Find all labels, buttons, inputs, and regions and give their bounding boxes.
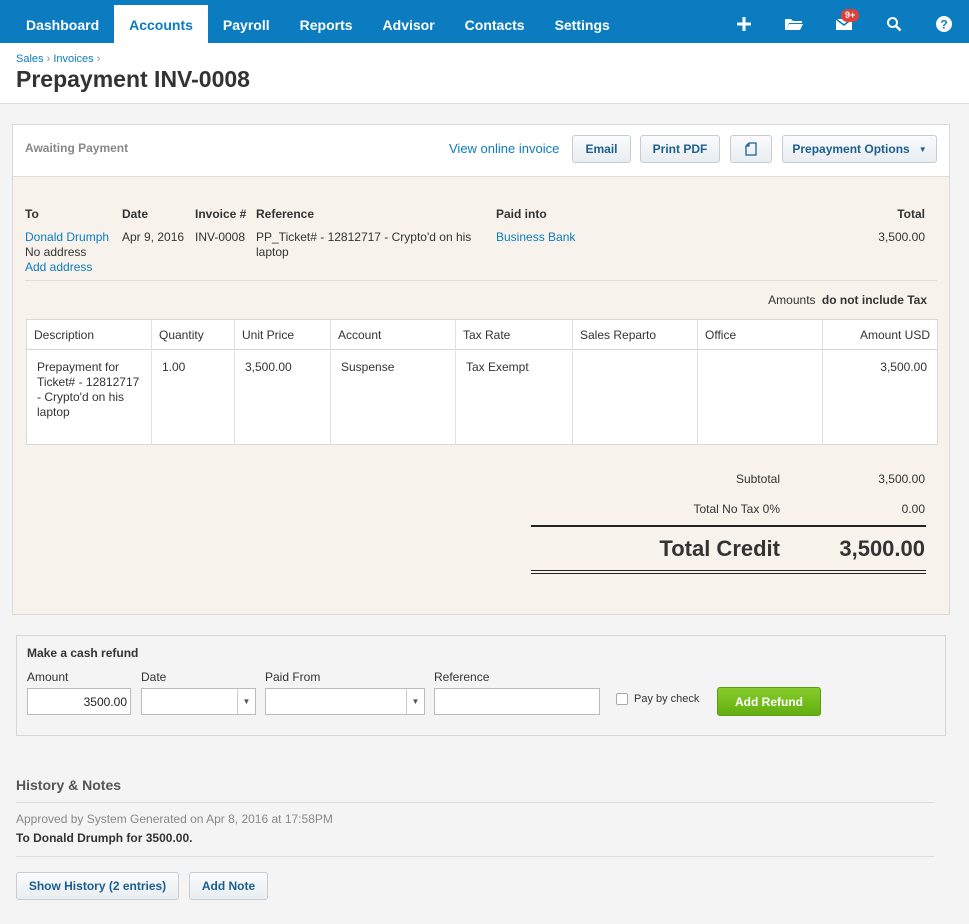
total-label: Total: [897, 207, 925, 221]
show-history-button[interactable]: Show History (2 entries): [16, 872, 179, 900]
no-address-text: No address: [25, 245, 87, 259]
notification-badge: 9+: [841, 9, 860, 22]
contact-link[interactable]: Donald Drumph: [25, 230, 109, 244]
invoice-toolbar: Awaiting Payment View online invoice Ema…: [13, 125, 949, 177]
cell-amount: 3,500.00: [880, 360, 927, 374]
history-divider: [16, 802, 934, 803]
print-pdf-button[interactable]: Print PDF: [640, 135, 720, 163]
reference-value: PP_Ticket# - 12812717 - Crypto'd on his …: [256, 230, 472, 259]
date-label: Date: [122, 207, 149, 221]
dropdown-arrow-icon[interactable]: ▼: [237, 689, 255, 714]
col-office: Office: [698, 320, 823, 350]
amounts-tax-note: Amounts do not include Tax: [768, 293, 927, 308]
date-field-label: Date: [141, 670, 167, 684]
add-address-link[interactable]: Add address: [25, 260, 92, 274]
cell-unit-price: 3,500.00: [235, 351, 331, 445]
total-divider: [531, 525, 926, 527]
to-label: To: [25, 207, 39, 221]
cell-office: [698, 351, 823, 445]
breadcrumb-sales[interactable]: Sales: [16, 53, 44, 65]
add-icon[interactable]: [719, 0, 769, 43]
email-button[interactable]: Email: [572, 135, 631, 163]
help-icon[interactable]: ?: [919, 0, 969, 43]
total-credit-value: 3,500.00: [839, 536, 925, 561]
refund-reference-input[interactable]: [434, 688, 600, 715]
total-underline-2: [531, 573, 926, 574]
subtotal-value: 3,500.00: [878, 472, 925, 486]
page-header: Sales › Invoices › Prepayment INV-0008: [0, 43, 969, 104]
amount-input[interactable]: [27, 688, 131, 715]
divider: [25, 280, 937, 281]
add-note-button[interactable]: Add Note: [189, 872, 268, 900]
nav-contacts[interactable]: Contacts: [450, 0, 540, 43]
cell-description: Prepayment for Ticket# - 12812717 - Cryp…: [27, 351, 152, 445]
pay-by-check-label: Pay by check: [634, 693, 700, 705]
copy-button[interactable]: [730, 135, 772, 163]
col-amount: Amount USD: [823, 320, 937, 350]
line-items-table: Description Quantity Unit Price Account …: [26, 319, 938, 445]
prepayment-options-label: Prepayment Options: [792, 142, 910, 156]
breadcrumb: Sales › Invoices ›: [16, 53, 101, 65]
search-icon[interactable]: [869, 0, 919, 43]
col-unit-price: Unit Price: [235, 320, 331, 350]
invoice-number-label: Invoice #: [195, 207, 247, 221]
cell-account: Suspense: [331, 351, 456, 445]
copy-icon: [745, 142, 757, 156]
cash-refund-panel: Make a cash refund Amount Date ▼ Paid Fr…: [16, 635, 946, 736]
col-sales-reparto: Sales Reparto: [573, 320, 698, 350]
reference-label: Reference: [256, 207, 315, 221]
col-tax-rate: Tax Rate: [456, 320, 573, 350]
add-refund-button[interactable]: Add Refund: [717, 687, 821, 716]
page-title: Prepayment INV-0008: [16, 66, 250, 92]
cell-quantity: 1.00: [152, 351, 235, 445]
cell-tax-rate: Tax Exempt: [456, 351, 573, 445]
col-description: Description: [27, 320, 152, 350]
prepayment-options-button[interactable]: Prepayment Options ▼: [782, 135, 937, 163]
breadcrumb-invoices[interactable]: Invoices: [53, 53, 93, 65]
paid-into-label: Paid into: [496, 207, 547, 221]
invoice-number: INV-0008: [195, 230, 246, 244]
history-entry-text: To Donald Drumph for 3500.00.: [16, 831, 193, 845]
date-picker[interactable]: ▼: [141, 688, 256, 715]
invoice-date: Apr 9, 2016: [122, 230, 185, 244]
history-entry-meta: Approved by System Generated on Apr 8, 2…: [16, 812, 333, 826]
nav-reports[interactable]: Reports: [285, 0, 368, 43]
nav-settings[interactable]: Settings: [540, 0, 625, 43]
dropdown-arrow-icon[interactable]: ▼: [406, 689, 424, 714]
status-label: Awaiting Payment: [25, 141, 129, 155]
tax-value: 0.00: [901, 502, 925, 516]
paid-from-label: Paid From: [265, 670, 321, 684]
mail-icon[interactable]: 9+: [819, 0, 869, 43]
view-online-invoice-link[interactable]: View online invoice: [449, 141, 559, 156]
history-title: History & Notes: [16, 777, 122, 793]
subtotal-label: Subtotal: [735, 472, 780, 486]
nav-advisor[interactable]: Advisor: [368, 0, 450, 43]
nav-accounts[interactable]: Accounts: [114, 5, 208, 43]
tax-label: Total No Tax 0%: [693, 502, 781, 516]
nav-dashboard[interactable]: Dashboard: [0, 0, 114, 43]
amounts-note-emphasis: do not include Tax: [821, 293, 927, 307]
refund-title: Make a cash refund: [27, 646, 139, 660]
col-quantity: Quantity: [152, 320, 235, 350]
amounts-note-prefix: Amounts: [768, 293, 816, 307]
history-divider-2: [16, 856, 934, 857]
total-credit-label: Total Credit: [659, 536, 780, 561]
svg-text:?: ?: [940, 17, 947, 31]
paid-into-link[interactable]: Business Bank: [496, 230, 575, 244]
paid-from-select[interactable]: ▼: [265, 688, 425, 715]
refund-reference-label: Reference: [434, 670, 490, 684]
col-account: Account: [331, 320, 456, 350]
cell-sales-reparto: [573, 351, 698, 445]
total-underline-1: [531, 570, 926, 571]
invoice-card: Awaiting Payment View online invoice Ema…: [12, 124, 950, 615]
amount-label: Amount: [27, 670, 69, 684]
top-nav: Dashboard Accounts Payroll Reports Advis…: [0, 0, 969, 43]
folder-icon[interactable]: [769, 0, 819, 43]
pay-by-check-checkbox[interactable]: [616, 693, 628, 705]
caret-down-icon: ▼: [918, 144, 927, 154]
total-value: 3,500.00: [878, 230, 925, 244]
nav-payroll[interactable]: Payroll: [208, 0, 285, 43]
